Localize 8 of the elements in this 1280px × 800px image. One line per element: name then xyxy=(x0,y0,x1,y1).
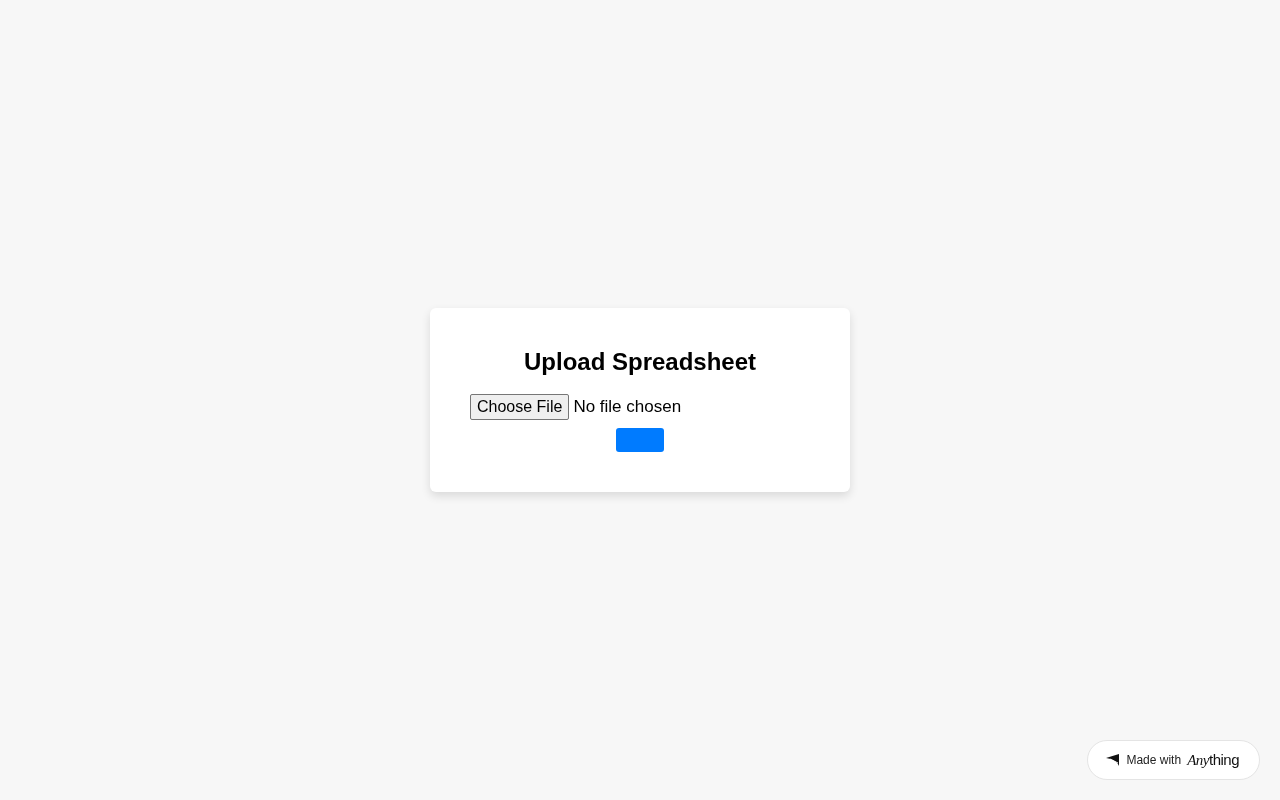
brand-name: Anything xyxy=(1187,751,1239,769)
logo-icon xyxy=(1106,754,1121,766)
file-status: No file chosen xyxy=(573,397,682,417)
made-with-badge[interactable]: Made with Anything xyxy=(1087,740,1260,780)
upload-button[interactable] xyxy=(616,428,664,452)
choose-file-button[interactable]: Choose File xyxy=(470,394,570,420)
card-title: Upload Spreadsheet xyxy=(522,348,758,376)
badge-label: Made with xyxy=(1126,753,1182,767)
